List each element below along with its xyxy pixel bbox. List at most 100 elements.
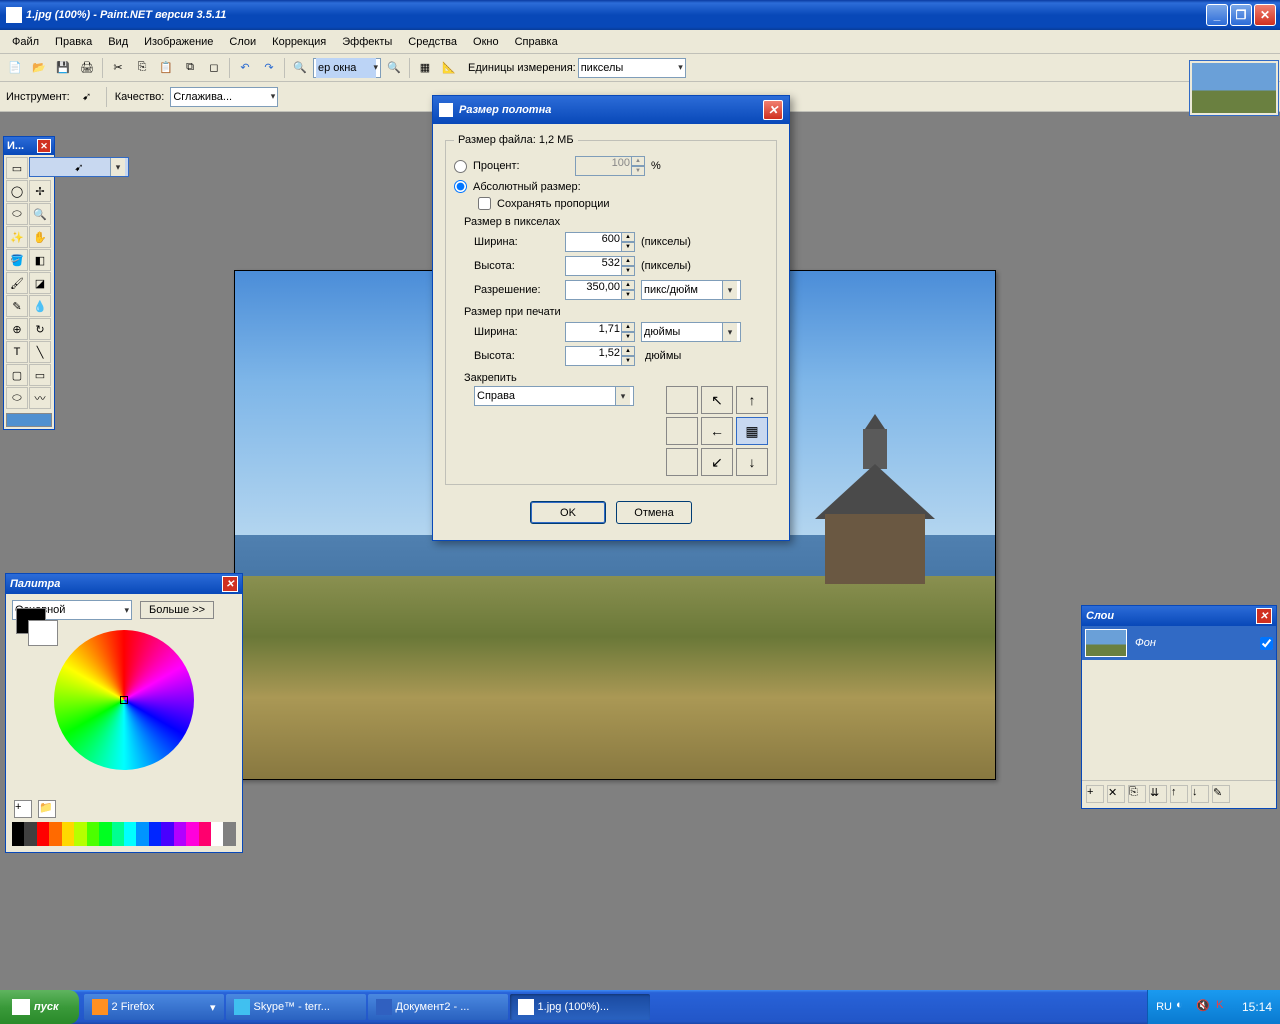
menu-effects[interactable]: Эффекты <box>334 32 400 52</box>
maximize-button[interactable]: ❐ <box>1230 4 1252 26</box>
add-layer-icon[interactable]: + <box>1086 785 1104 803</box>
layers-close-icon[interactable]: ✕ <box>1256 608 1272 624</box>
zoomin-icon[interactable]: 🔍 <box>383 57 405 79</box>
down-layer-icon[interactable]: ↓ <box>1191 785 1209 803</box>
cut-icon[interactable]: ✂ <box>107 57 129 79</box>
menu-layers[interactable]: Слои <box>221 32 264 52</box>
height-input[interactable]: 532▲▼ <box>565 256 635 276</box>
undo-icon[interactable]: ↶ <box>234 57 256 79</box>
free-tool[interactable]: 〰 <box>29 387 51 409</box>
crop-icon[interactable]: ⧉ <box>179 57 201 79</box>
gradient-tool[interactable]: ◧ <box>29 249 51 271</box>
cancel-button[interactable]: Отмена <box>616 501 692 524</box>
width-input[interactable]: 600▲▼ <box>565 232 635 252</box>
clock[interactable]: 15:14 <box>1242 1000 1272 1014</box>
percent-radio[interactable] <box>454 160 467 173</box>
anchor-combo[interactable]: Справа <box>474 386 634 406</box>
palette-color[interactable] <box>124 822 136 846</box>
minimize-button[interactable]: _ <box>1206 4 1228 26</box>
menu-tools[interactable]: Средства <box>400 32 465 52</box>
palette-color[interactable] <box>136 822 148 846</box>
zoomout-icon[interactable]: 🔍 <box>289 57 311 79</box>
print-height-input[interactable]: 1,52▲▼ <box>565 346 635 366</box>
anchor-tr[interactable]: ↑ <box>736 386 768 414</box>
menu-help[interactable]: Справка <box>507 32 566 52</box>
secondary-swatch[interactable] <box>28 620 58 646</box>
recolor-tool[interactable]: ↻ <box>29 318 51 340</box>
paste-icon[interactable]: 📋 <box>155 57 177 79</box>
rect-select-tool[interactable]: ▭ <box>6 157 28 179</box>
copy-icon[interactable]: ⎘ <box>131 57 153 79</box>
add-color-icon[interactable]: + <box>14 800 32 818</box>
new-icon[interactable]: 📄 <box>4 57 26 79</box>
palette-color[interactable] <box>112 822 124 846</box>
pencil-tool[interactable]: ✎ <box>6 295 28 317</box>
taskbar-item[interactable]: 2 Firefox ▾ <box>84 994 224 1020</box>
color-strip[interactable] <box>12 822 236 846</box>
tray-icon[interactable]: K <box>1216 999 1232 1015</box>
up-layer-icon[interactable]: ↑ <box>1170 785 1188 803</box>
palette-color[interactable] <box>186 822 198 846</box>
ok-button[interactable]: OK <box>530 501 606 524</box>
redo-icon[interactable]: ↷ <box>258 57 280 79</box>
tools-close-icon[interactable]: ✕ <box>37 139 51 153</box>
units-combo[interactable]: пикселы <box>578 58 686 78</box>
color-wheel[interactable] <box>54 630 194 770</box>
print-width-input[interactable]: 1,71▲▼ <box>565 322 635 342</box>
zoom-combo[interactable] <box>313 58 381 78</box>
palette-color[interactable] <box>211 822 223 846</box>
menu-view[interactable]: Вид <box>100 32 136 52</box>
image-thumbnail[interactable] <box>1189 60 1279 116</box>
deselect-icon[interactable]: ◻ <box>203 57 225 79</box>
open-icon[interactable]: 📂 <box>28 57 50 79</box>
palette-color[interactable] <box>149 822 161 846</box>
text-tool[interactable]: T <box>6 341 28 363</box>
bucket-tool[interactable]: 🪣 <box>6 249 28 271</box>
move-tool[interactable]: ➹ <box>29 157 129 177</box>
anchor-bl[interactable] <box>666 448 698 476</box>
palette-color[interactable] <box>74 822 86 846</box>
pan-tool[interactable]: ✋ <box>29 226 51 248</box>
palette-folder-icon[interactable]: 📁 <box>38 800 56 818</box>
tray-icon[interactable]: 🔇 <box>1196 999 1212 1015</box>
anchor-br[interactable]: ↓ <box>736 448 768 476</box>
lang-indicator[interactable]: RU <box>1156 1001 1172 1013</box>
close-button[interactable]: ✕ <box>1254 4 1276 26</box>
zoom-tool[interactable]: 🔍 <box>29 203 51 225</box>
absolute-radio[interactable] <box>454 180 467 193</box>
layer-item[interactable]: Фон <box>1082 626 1276 660</box>
eraser-tool[interactable]: ◪ <box>29 272 51 294</box>
palette-color[interactable] <box>174 822 186 846</box>
line-tool[interactable]: ╲ <box>29 341 51 363</box>
taskbar-item[interactable]: Skype™ - terr... <box>226 994 366 1020</box>
antialias-combo[interactable]: Сглажива... <box>170 87 278 107</box>
palette-color[interactable] <box>223 822 235 846</box>
clone-tool[interactable]: ⊕ <box>6 318 28 340</box>
rrect-tool[interactable]: ▭ <box>29 364 51 386</box>
menu-window[interactable]: Окно <box>465 32 507 52</box>
ruler-icon[interactable]: 📐 <box>438 57 460 79</box>
wand-tool[interactable]: ✨ <box>6 226 28 248</box>
palette-color[interactable] <box>161 822 173 846</box>
anchor-t[interactable]: ↖ <box>701 386 733 414</box>
menu-image[interactable]: Изображение <box>136 32 221 52</box>
more-button[interactable]: Больше >> <box>140 601 214 619</box>
dup-layer-icon[interactable]: ⎘ <box>1128 785 1146 803</box>
move-sel-tool[interactable]: ✢ <box>29 180 51 202</box>
keep-ratio-checkbox[interactable] <box>478 197 491 210</box>
menu-file[interactable]: Файл <box>4 32 47 52</box>
zoom-input[interactable] <box>316 58 376 78</box>
layer-visible-checkbox[interactable] <box>1260 637 1273 650</box>
grid-icon[interactable]: ▦ <box>414 57 436 79</box>
ellipse-tool[interactable]: ⬭ <box>6 387 28 409</box>
menu-adjustments[interactable]: Коррекция <box>264 32 334 52</box>
print-unit-combo[interactable]: дюймы <box>641 322 741 342</box>
picker-tool[interactable]: 💧 <box>29 295 51 317</box>
anchor-tl[interactable] <box>666 386 698 414</box>
palette-color[interactable] <box>49 822 61 846</box>
anchor-b[interactable]: ↙ <box>701 448 733 476</box>
anchor-r[interactable]: ▦ <box>736 417 768 445</box>
taskbar-item[interactable]: 1.jpg (100%)... <box>510 994 650 1020</box>
palette-color[interactable] <box>37 822 49 846</box>
anchor-c[interactable]: ← <box>701 417 733 445</box>
